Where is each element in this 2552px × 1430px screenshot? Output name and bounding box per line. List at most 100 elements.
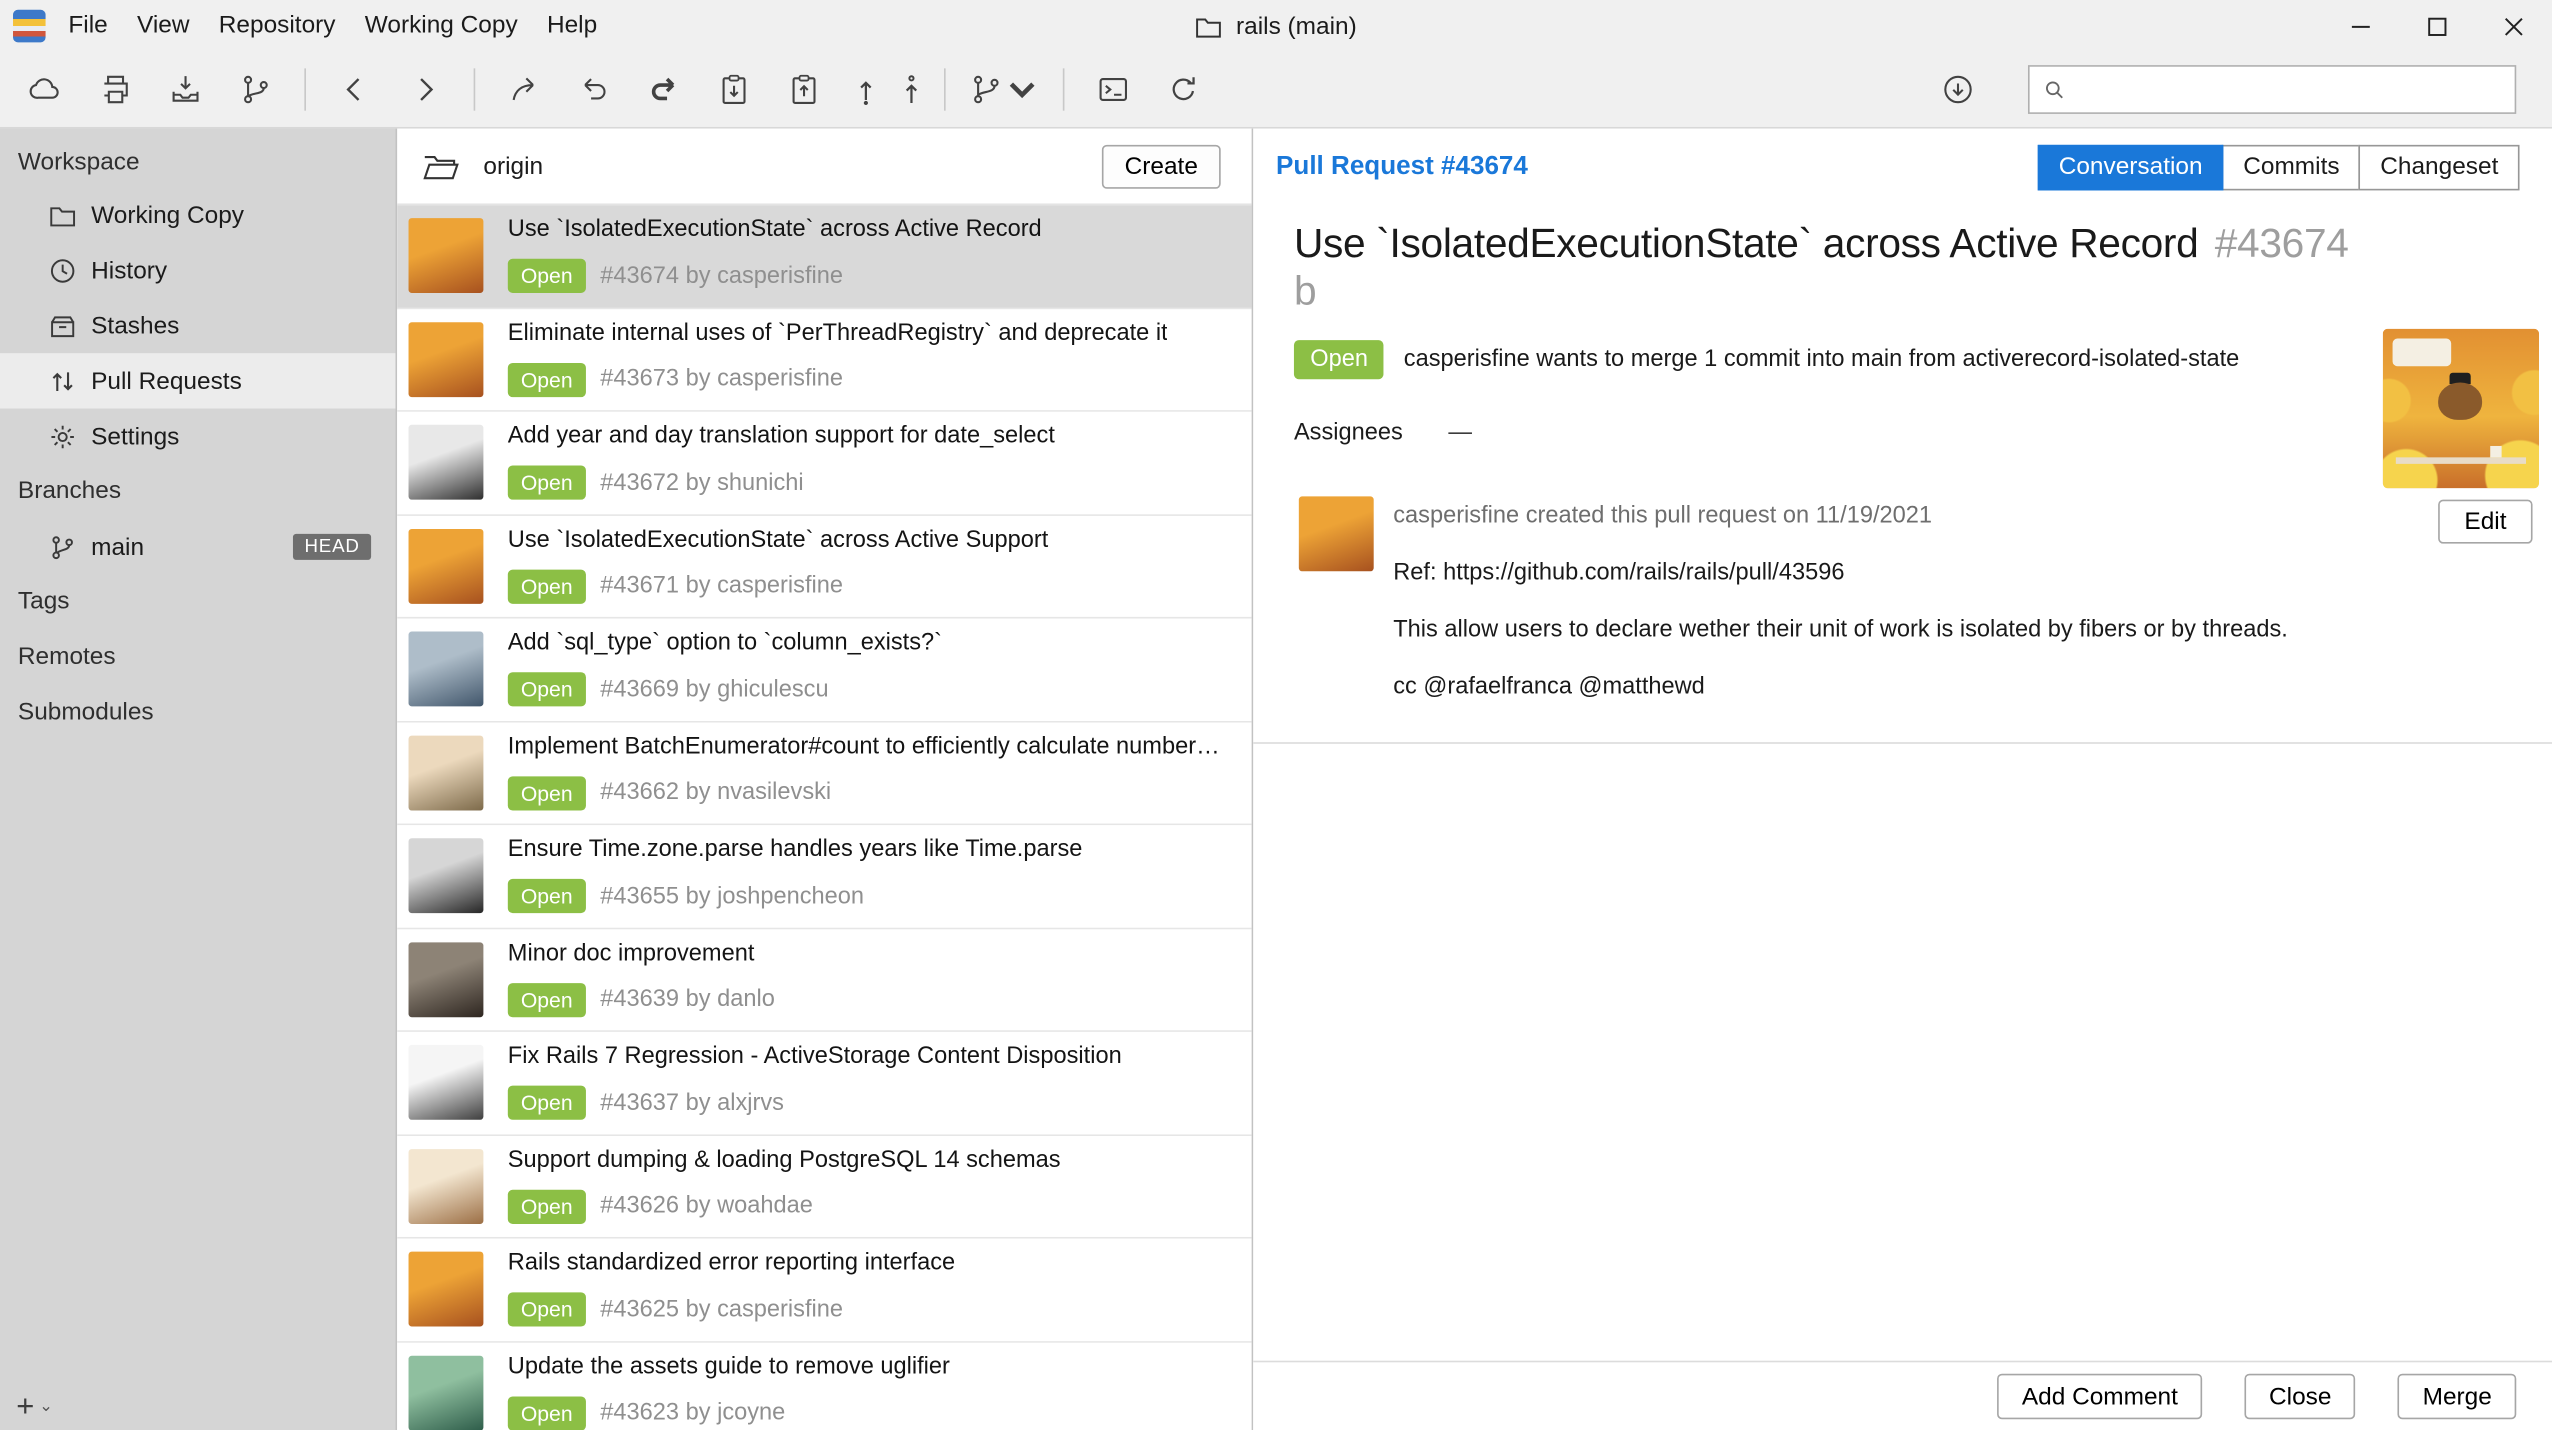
close-button[interactable] (2476, 0, 2552, 52)
menu-file[interactable]: File (54, 0, 123, 52)
head-badge: HEAD (293, 534, 371, 560)
add-comment-button[interactable]: Add Comment (1997, 1374, 2202, 1420)
tab-changeset[interactable]: Changeset (2359, 144, 2519, 190)
maximize-button[interactable] (2399, 0, 2475, 52)
clock-icon (49, 256, 77, 284)
pr-author-avatar (409, 632, 484, 707)
menu-help[interactable]: Help (532, 0, 612, 52)
archive-download-icon[interactable] (156, 59, 215, 121)
sidebar-item-pull-requests[interactable]: Pull Requests (0, 353, 396, 408)
redo-arrow-icon[interactable] (635, 59, 694, 121)
pr-item-meta: #43669 by ghiculescu (600, 676, 828, 702)
commit-up-alt-icon[interactable] (890, 59, 932, 121)
undo-arrow-icon[interactable] (565, 59, 624, 121)
pr-list-item[interactable]: Support dumping & loading PostgreSQL 14 … (397, 1135, 1251, 1238)
detail-header: Pull Request #43674 ConversationCommitsC… (1253, 129, 2552, 205)
tab-commits[interactable]: Commits (2222, 144, 2361, 190)
pr-list-item[interactable]: Fix Rails 7 Regression - ActiveStorage C… (397, 1032, 1251, 1135)
edit-button[interactable]: Edit (2438, 500, 2532, 544)
branch-menu-button[interactable] (965, 59, 1043, 121)
comment-meta: casperisfine created this pull request o… (1393, 496, 2422, 529)
pr-list-item[interactable]: Eliminate internal uses of `PerThreadReg… (397, 308, 1251, 411)
pr-description-comment: casperisfine created this pull request o… (1294, 496, 2552, 699)
branch-label: main (91, 533, 144, 561)
cup (2490, 446, 2501, 457)
back-button[interactable] (326, 59, 385, 121)
menu-repository[interactable]: Repository (204, 0, 350, 52)
terminal-button[interactable] (1084, 59, 1143, 121)
pr-author-avatar (409, 218, 484, 293)
status-badge: Open (508, 1189, 586, 1223)
window-title-text: rails (main) (1236, 12, 1357, 40)
close-pr-button[interactable]: Close (2245, 1374, 2356, 1420)
sidebar-item-label: Settings (91, 422, 179, 450)
pr-item-meta: #43671 by casperisfine (600, 573, 843, 599)
pr-list-item[interactable]: Minor doc improvementOpen#43639 by danlo (397, 929, 1251, 1032)
fetch-cloud-icon[interactable] (16, 59, 75, 121)
merge-button[interactable]: Merge (2398, 1374, 2516, 1420)
remotes-section-label[interactable]: Remotes (0, 630, 396, 685)
sidebar-item-working-copy[interactable]: Working Copy (0, 187, 396, 242)
pr-item-meta: #43626 by woahdae (600, 1193, 813, 1219)
updates-available-icon[interactable] (1929, 59, 1988, 121)
pr-list-item[interactable]: Use `IsolatedExecutionState` across Acti… (397, 205, 1251, 308)
pr-item-title: Eliminate internal uses of `PerThreadReg… (508, 320, 1168, 346)
pr-item-title: Add year and day translation support for… (508, 423, 1055, 449)
pr-list-item[interactable]: Ensure Time.zone.parse handles years lik… (397, 825, 1251, 928)
minimize-button[interactable] (2323, 0, 2399, 52)
pr-item-meta: #43655 by joshpencheon (600, 883, 864, 909)
detail-tabs: ConversationCommitsChangeset (2039, 144, 2519, 190)
sidebar-item-history[interactable]: History (0, 243, 396, 298)
archive-icon (49, 312, 77, 340)
submodules-section-label[interactable]: Submodules (0, 685, 396, 740)
titlebar: FileViewRepositoryWorking CopyHelp rails… (0, 0, 2552, 52)
plus-icon: + (16, 1395, 34, 1421)
status-badge: Open (508, 465, 586, 499)
sidebar-item-stashes[interactable]: Stashes (0, 298, 396, 353)
status-badge: Open (508, 569, 586, 603)
tags-section-label[interactable]: Tags (0, 575, 396, 630)
commit-graph-icon[interactable] (226, 59, 285, 121)
sidebar-item-settings[interactable]: Settings (0, 409, 396, 464)
sidebar: Workspace Working CopyHistoryStashesPull… (0, 129, 396, 1430)
branches-section-label[interactable]: Branches (0, 464, 396, 519)
comment-paragraph: Ref: https://github.com/rails/rails/pull… (1393, 560, 2422, 586)
commit-up-icon[interactable] (845, 59, 887, 121)
create-button[interactable]: Create (1102, 144, 1221, 188)
status-badge: Open (508, 879, 586, 913)
add-repository-button[interactable]: + ⌄ (16, 1395, 53, 1421)
search-input[interactable] (2078, 76, 2501, 104)
forward-button[interactable] (396, 59, 455, 121)
pull-request-detail-panel: Pull Request #43674 ConversationCommitsC… (1253, 129, 2552, 1430)
status-badge: Open (508, 1086, 586, 1120)
pr-author-avatar (409, 1355, 484, 1430)
comment-avatar (1299, 496, 1374, 571)
pr-item-meta: #43674 by casperisfine (600, 263, 843, 289)
window-controls (2323, 0, 2552, 52)
branch-icon (49, 533, 77, 561)
divider (1253, 742, 2552, 744)
pr-list-item[interactable]: Update the assets guide to remove uglifi… (397, 1342, 1251, 1430)
sidebar-branch-main[interactable]: main HEAD (0, 519, 396, 574)
assignees-row: Assignees — (1294, 420, 2552, 446)
pr-list-item[interactable]: Implement BatchEnumerator#count to effic… (397, 722, 1251, 825)
pr-item-title: Update the assets guide to remove uglifi… (508, 1353, 950, 1379)
menu-working-copy[interactable]: Working Copy (350, 0, 532, 52)
chevron-down-icon (1004, 72, 1040, 108)
menu-view[interactable]: View (122, 0, 204, 52)
pr-list-header: origin Create (397, 129, 1251, 205)
pr-list-item[interactable]: Add `sql_type` option to `column_exists?… (397, 618, 1251, 721)
pr-item-meta: #43672 by shunichi (600, 470, 803, 496)
pr-list-item[interactable]: Add year and day translation support for… (397, 412, 1251, 515)
pull-request-link[interactable]: Pull Request #43674 (1276, 152, 1528, 181)
pr-item-meta: #43625 by casperisfine (600, 1296, 843, 1322)
refresh-button[interactable] (1154, 59, 1213, 121)
status-badge: Open (508, 1292, 586, 1326)
pr-list-item[interactable]: Rails standardized error reporting inter… (397, 1239, 1251, 1342)
stash-paste-up-icon[interactable] (775, 59, 834, 121)
stash-paste-down-icon[interactable] (705, 59, 764, 121)
tab-conversation[interactable]: Conversation (2038, 144, 2224, 190)
share-arrow-icon[interactable] (495, 59, 554, 121)
print-icon[interactable] (86, 59, 145, 121)
pr-list-item[interactable]: Use `IsolatedExecutionState` across Acti… (397, 515, 1251, 618)
